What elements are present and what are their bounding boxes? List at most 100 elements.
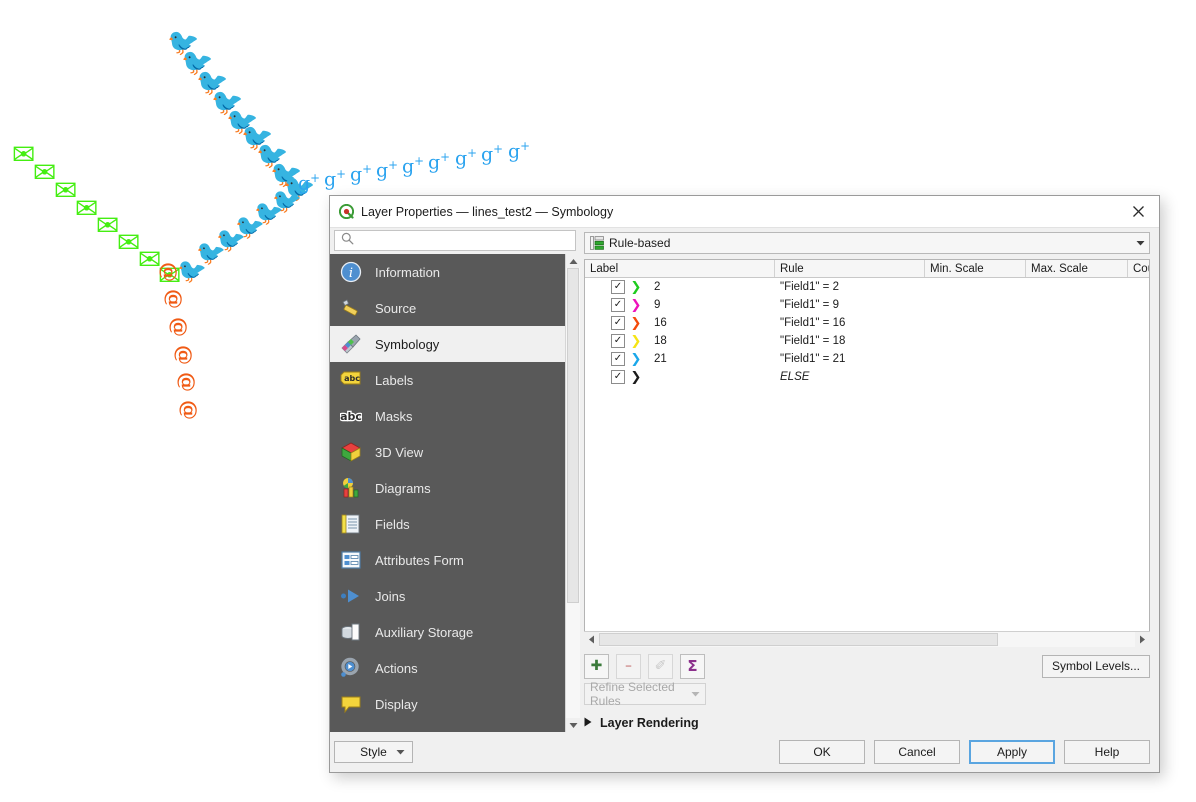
table-row[interactable]: ✓ ❯ 16 "Field1" = 16 xyxy=(585,314,1149,332)
rule-label-cell[interactable]: ✓ ❯ 16 xyxy=(585,316,775,331)
sidebar-item-labels[interactable]: abc Labels xyxy=(330,362,580,398)
fields-table-icon xyxy=(339,512,363,536)
green-envelope-line-marker: ✉ xyxy=(54,174,78,207)
column-header-label[interactable]: Label xyxy=(585,260,775,277)
rule-rule-cell[interactable]: "Field1" = 2 xyxy=(775,281,925,293)
style-label: Style xyxy=(360,745,387,759)
search-input[interactable] xyxy=(360,232,575,249)
blue-gplus-line-marker: g+ xyxy=(428,150,451,174)
layer-rendering-section[interactable]: Layer Rendering xyxy=(584,714,1150,732)
dialog-title: Layer Properties — lines_test2 — Symbolo… xyxy=(361,204,614,219)
renderer-type-combobox[interactable]: Rule-based xyxy=(584,232,1150,254)
sidebar-item-information[interactable]: i Information xyxy=(330,254,580,290)
rule-label-text: 18 xyxy=(654,335,667,347)
count-features-button[interactable]: Σ xyxy=(680,653,705,679)
rule-symbol-preview-icon: ❯ xyxy=(630,351,642,367)
rule-symbol-preview-icon: ❯ xyxy=(630,297,642,313)
rule-enabled-checkbox[interactable]: ✓ xyxy=(611,280,625,294)
sidebar-item-label: Display xyxy=(375,696,418,712)
close-icon[interactable] xyxy=(1123,199,1153,225)
sidebar-item-3d-view[interactable]: 3D View xyxy=(330,434,580,470)
sidebar-item-source[interactable]: Source xyxy=(330,290,580,326)
column-header-count[interactable]: Coun xyxy=(1128,260,1149,277)
sidebar-item-fields[interactable]: Fields xyxy=(330,506,580,542)
table-row[interactable]: ✓ ❯ 18 "Field1" = 18 xyxy=(585,332,1149,350)
sidebar-item-label: Source xyxy=(375,300,417,316)
rule-rule-cell[interactable]: "Field1" = 16 xyxy=(775,317,925,329)
renderer-selected-label: Rule-based xyxy=(609,236,671,250)
search-box[interactable] xyxy=(334,230,576,251)
scroll-up-icon[interactable] xyxy=(566,254,580,268)
sidebar-item-diagrams[interactable]: Diagrams xyxy=(330,470,580,506)
refine-selected-rules-button[interactable]: Refine Selected Rules xyxy=(584,680,706,708)
sidebar-scroll-thumb[interactable] xyxy=(567,268,579,603)
rule-enabled-checkbox[interactable]: ✓ xyxy=(611,316,625,330)
table-row[interactable]: ✓ ❯ 2 "Field1" = 2 xyxy=(585,278,1149,296)
symbol-levels-button[interactable]: Symbol Levels... xyxy=(1041,654,1150,678)
rule-enabled-checkbox[interactable]: ✓ xyxy=(611,298,625,312)
sidebar-item-actions[interactable]: Actions xyxy=(330,650,580,686)
column-header-min-scale[interactable]: Min. Scale xyxy=(925,260,1026,277)
rule-label-cell[interactable]: ✓ ❯ 9 xyxy=(585,298,775,313)
rule-label-cell[interactable]: ✓ ❯ 18 xyxy=(585,334,775,349)
column-header-max-scale[interactable]: Max. Scale xyxy=(1026,260,1128,277)
chevron-down-icon[interactable] xyxy=(1136,239,1145,248)
rule-rule-cell[interactable]: "Field1" = 18 xyxy=(775,335,925,347)
rules-table-body[interactable]: ✓ ❯ 2 "Field1" = 2 ✓ ❯ 9 "Field1" = 9 ✓ ❯ 16 "Field… xyxy=(585,278,1149,631)
sidebar-scrollbar[interactable] xyxy=(565,254,580,732)
sidebar-item-joins[interactable]: Joins xyxy=(330,578,580,614)
orange-at-line-marker: @ xyxy=(176,372,200,392)
table-row[interactable]: ✓ ❯ 9 "Field1" = 9 xyxy=(585,296,1149,314)
orange-at-line-marker: @ xyxy=(158,262,182,282)
sidebar-item-symbology[interactable]: Symbology xyxy=(330,326,580,362)
triangle-right-icon[interactable] xyxy=(584,717,592,730)
rule-label-text: 21 xyxy=(654,353,667,365)
sidebar-item-label: Diagrams xyxy=(375,480,431,496)
sidebar-item-rendering[interactable]: Rendering xyxy=(330,722,580,732)
ok-button[interactable]: OK xyxy=(779,740,865,764)
help-button[interactable]: Help xyxy=(1064,740,1150,764)
sidebar-item-masks[interactable]: abc Masks xyxy=(330,398,580,434)
green-envelope-line-marker: ✉ xyxy=(96,209,120,242)
sidebar-item-auxiliary-storage[interactable]: Auxiliary Storage xyxy=(330,614,580,650)
blue-gplus-line-marker: g+ xyxy=(508,139,531,163)
scroll-down-icon[interactable] xyxy=(566,718,580,732)
table-row[interactable]: ✓ ❯ 21 "Field1" = 21 xyxy=(585,350,1149,368)
rules-horizontal-scrollbar[interactable] xyxy=(584,631,1150,647)
chevron-down-icon[interactable] xyxy=(396,748,405,757)
orange-at-line-marker: @ xyxy=(178,400,202,420)
rule-rule-cell[interactable]: ELSE xyxy=(775,371,925,383)
rule-symbol-preview-icon: ❯ xyxy=(630,315,642,331)
sidebar-item-label: 3D View xyxy=(375,444,424,460)
rules-table[interactable]: LabelRuleMin. ScaleMax. ScaleCoun ✓❯2"Fi… xyxy=(584,259,1150,632)
sidebar-scroll-track[interactable] xyxy=(566,268,580,718)
rule-label-cell[interactable]: ✓ ❯ 2 xyxy=(585,280,775,295)
rule-enabled-checkbox[interactable]: ✓ xyxy=(611,352,625,366)
add-rule-button[interactable]: ✚ xyxy=(584,653,609,679)
dialog-titlebar[interactable]: Layer Properties — lines_test2 — Symbolo… xyxy=(330,196,1159,228)
rules-table-header[interactable]: LabelRuleMin. ScaleMax. ScaleCoun xyxy=(585,260,1149,278)
column-header-rule[interactable]: Rule xyxy=(775,260,925,277)
sidebar-item-display[interactable]: Display xyxy=(330,686,580,722)
sidebar-item-attributes-form[interactable]: Attributes Form xyxy=(330,542,580,578)
rules-hscroll-thumb[interactable] xyxy=(599,633,998,646)
dialog-body: i Information Source Symbology abc Labels abc M… xyxy=(330,228,1159,732)
apply-button[interactable]: Apply xyxy=(969,740,1055,764)
rule-enabled-checkbox[interactable]: ✓ xyxy=(611,370,625,384)
chevron-down-icon[interactable] xyxy=(691,690,700,699)
rule-rule-cell[interactable]: "Field1" = 9 xyxy=(775,299,925,311)
scroll-right-icon[interactable] xyxy=(1135,632,1150,647)
rule-symbol-preview-icon: ❯ xyxy=(630,333,642,349)
sidebar-nav-list[interactable]: i Information Source Symbology abc Labels abc M… xyxy=(330,254,580,732)
sidebar-item-label: Symbology xyxy=(375,336,440,352)
rule-enabled-checkbox[interactable]: ✓ xyxy=(611,334,625,348)
green-envelope-line-marker: ✉ xyxy=(117,226,141,259)
rule-rule-cell[interactable]: "Field1" = 21 xyxy=(775,353,925,365)
style-button[interactable]: Style xyxy=(334,741,413,763)
rules-hscroll-track[interactable] xyxy=(599,632,1135,647)
rule-label-cell[interactable]: ✓ ❯ 21 xyxy=(585,352,775,367)
scroll-left-icon[interactable] xyxy=(584,632,599,647)
table-row[interactable]: ✓ ❯ ELSE xyxy=(585,368,1149,386)
cancel-button[interactable]: Cancel xyxy=(874,740,960,764)
rule-label-cell[interactable]: ✓ ❯ xyxy=(585,370,775,385)
